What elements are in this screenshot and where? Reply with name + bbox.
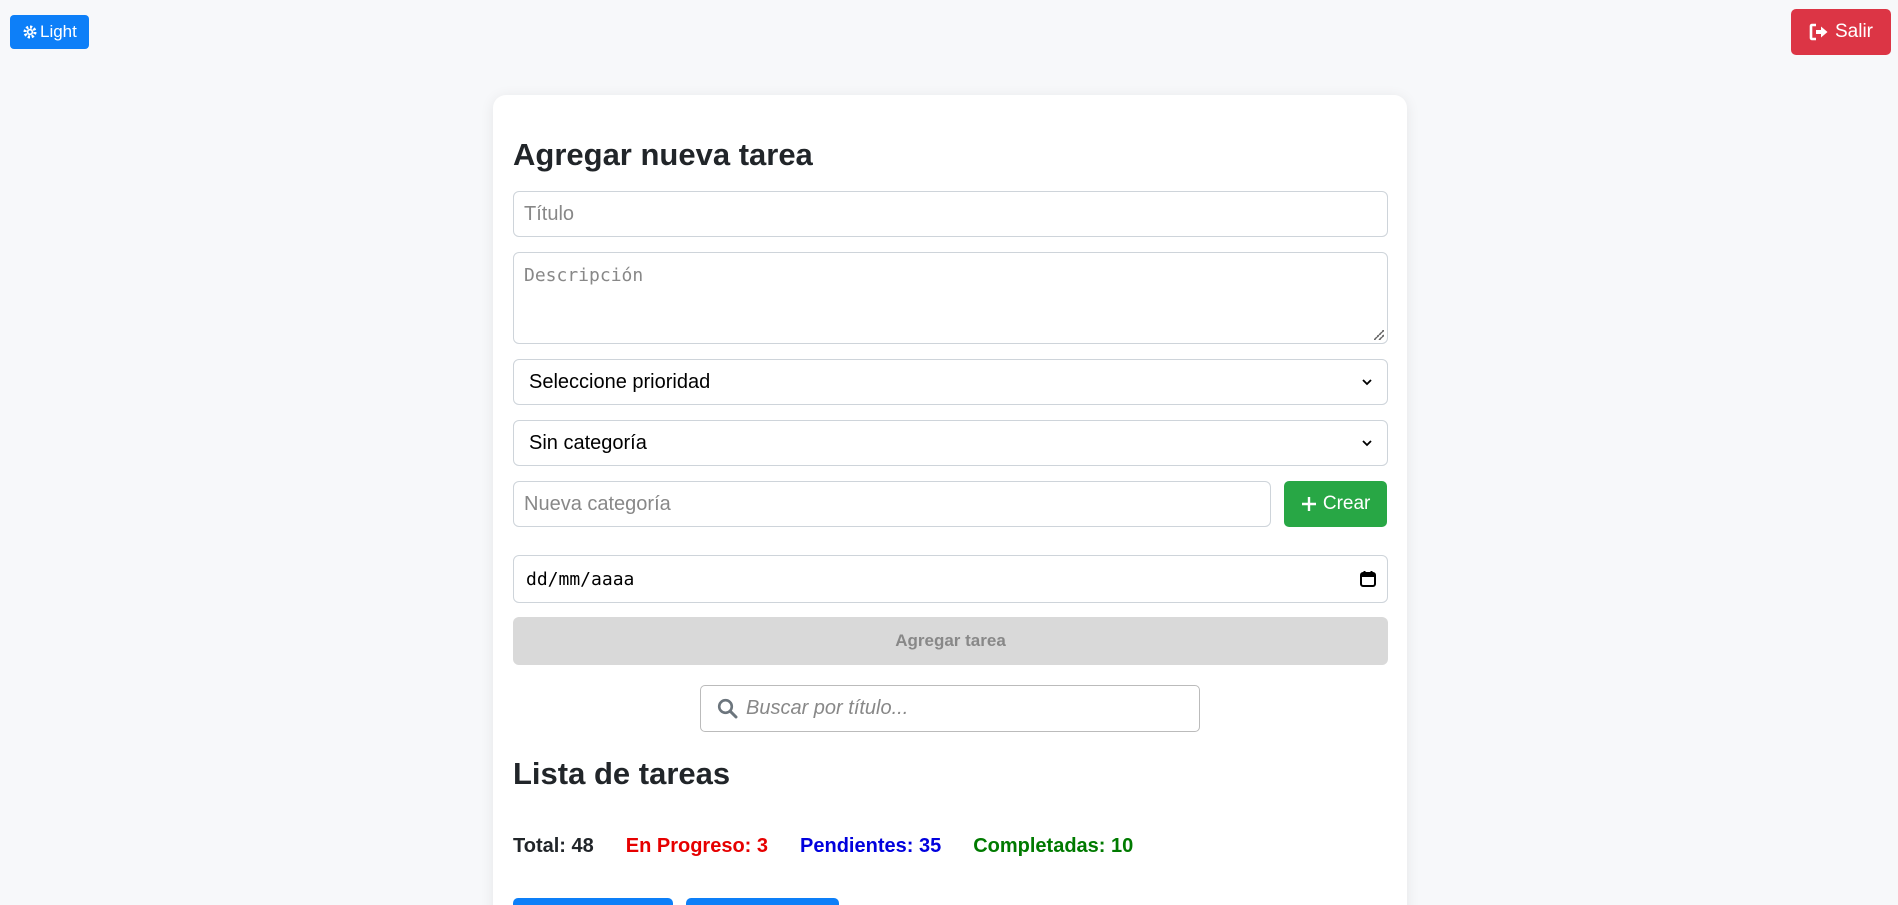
task-list-heading: Lista de tareas	[513, 756, 731, 791]
resize-grip-icon[interactable]	[1374, 330, 1384, 340]
logout-label: Salir	[1834, 21, 1873, 42]
theme-toggle-label: Light	[40, 22, 77, 41]
stat-pending: Pendientes: 35	[800, 835, 942, 857]
category-selected-value: Sin categoría	[529, 431, 647, 454]
create-category-label: Crear	[1322, 493, 1371, 514]
task-card: Agregar nueva tarea Título Descripción S…	[493, 95, 1407, 905]
filter-button-1[interactable]	[513, 898, 673, 905]
task-stats: Total: 48 En Progreso: 3 Pendientes: 35 …	[513, 835, 1387, 858]
calendar-icon[interactable]	[1359, 570, 1377, 588]
title-input[interactable]: Título	[513, 191, 1388, 237]
add-task-button[interactable]: Agregar tarea	[513, 617, 1388, 665]
chevron-down-icon	[1362, 379, 1372, 386]
create-category-button[interactable]: Crear	[1284, 481, 1387, 527]
form-heading: Agregar nueva tarea	[513, 137, 813, 172]
search-placeholder: Buscar por título...	[746, 697, 909, 719]
due-date-placeholder: dd/mm/aaaa	[526, 568, 635, 590]
gear-icon	[23, 25, 37, 39]
new-category-input[interactable]: Nueva categoría	[513, 481, 1272, 527]
category-select[interactable]: Sin categoría	[513, 420, 1388, 466]
plus-icon	[1301, 497, 1316, 511]
priority-selected-value: Seleccione prioridad	[529, 370, 711, 393]
sign-out-icon	[1809, 23, 1828, 41]
new-category-row: Nueva categoría Crear	[513, 481, 1387, 527]
search-icon	[717, 698, 738, 719]
priority-select[interactable]: Seleccione prioridad	[513, 359, 1388, 405]
due-date-input[interactable]: dd/mm/aaaa	[513, 555, 1388, 603]
filter-buttons	[513, 898, 1387, 905]
theme-toggle-button[interactable]: Light	[10, 15, 89, 49]
logout-button[interactable]: Salir	[1790, 9, 1891, 55]
stat-total: Total: 48	[513, 835, 594, 857]
stat-in-progress: En Progreso: 3	[625, 835, 769, 857]
description-textarea[interactable]: Descripción	[513, 252, 1388, 344]
new-category-placeholder: Nueva categoría	[524, 492, 671, 515]
stat-completed: Completadas: 10	[973, 835, 1134, 857]
search-input[interactable]: Buscar por título...	[700, 685, 1200, 732]
title-placeholder: Título	[524, 202, 575, 225]
chevron-down-icon	[1362, 440, 1372, 447]
filter-button-2[interactable]	[686, 898, 839, 905]
description-placeholder: Descripción	[524, 265, 644, 286]
